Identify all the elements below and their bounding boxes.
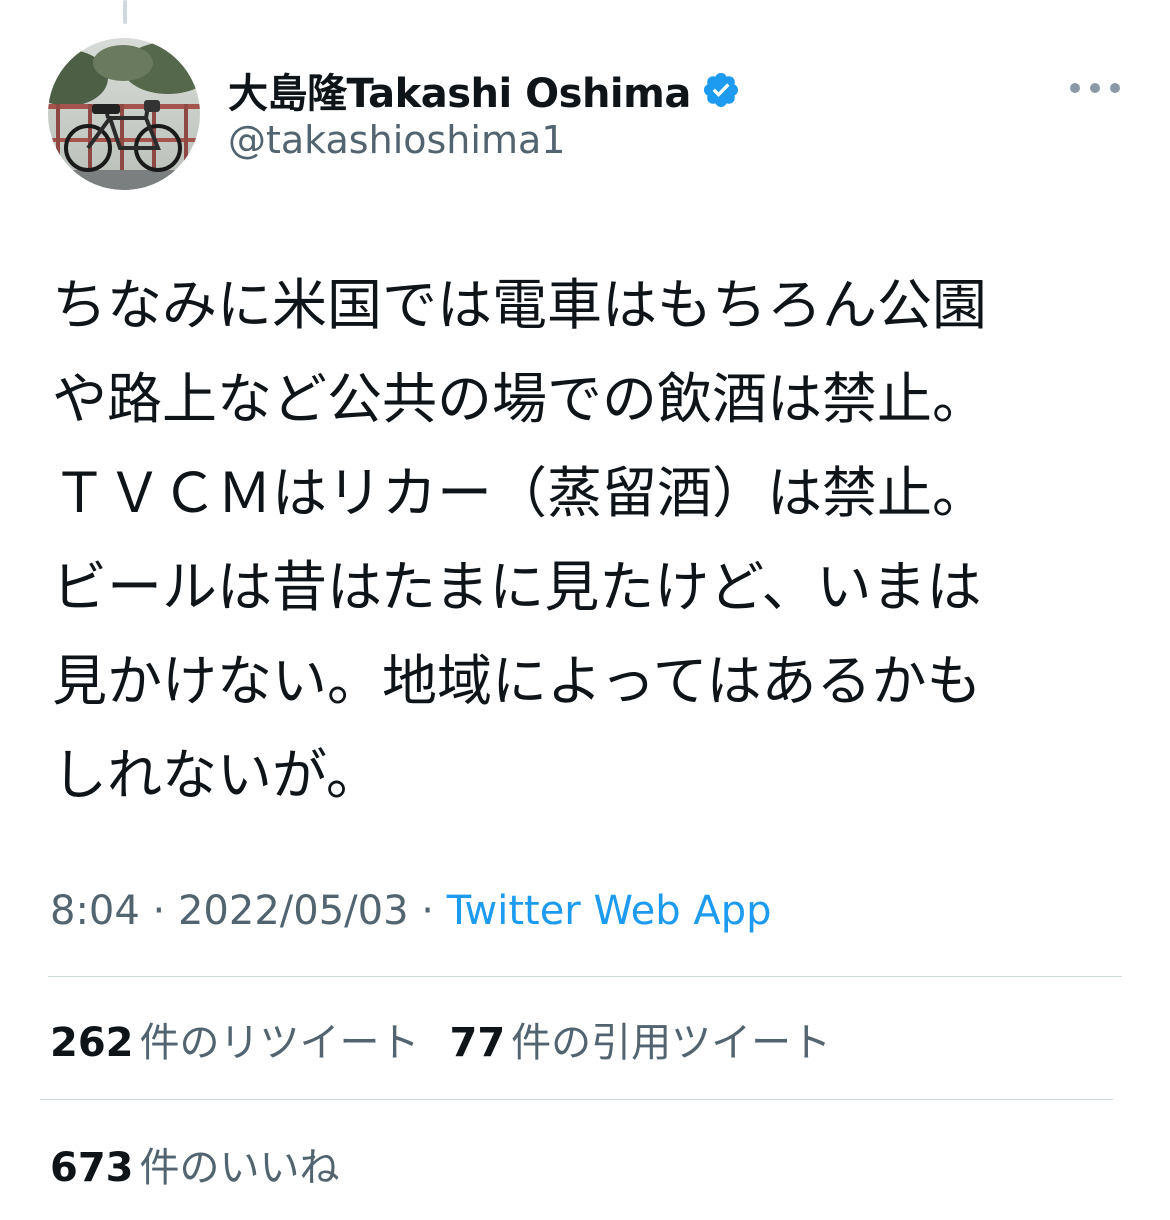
more-dot [1090,83,1100,93]
tweet-date[interactable]: 2022/05/03 [178,888,409,934]
more-dot [1110,83,1120,93]
thread-connector-line [123,0,127,24]
meta-separator: · [152,888,166,934]
likes-stat[interactable]: 673 件のいいね [50,1135,340,1193]
retweets-stat[interactable]: 262 件のリツイート [50,1010,420,1068]
avatar[interactable] [48,38,200,190]
tweet-source-link[interactable]: Twitter Web App [447,888,772,934]
tweet-time[interactable]: 8:04 [50,888,140,934]
divider [40,1099,1113,1100]
divider [48,976,1122,977]
tweet-text: ちなみに米国では電車はもちろん公園 や路上など公共の場での飲酒は禁止。 ＴＶＣＭ… [52,273,988,807]
verified-badge-icon [703,72,738,108]
quote-count: 77 [449,1020,506,1066]
quotes-stat[interactable]: 77 件の引用ツイート [450,1010,832,1068]
quote-label: 件の引用ツイート [511,1020,832,1066]
meta-separator: · [421,888,434,934]
like-label: 件のいいね [139,1145,340,1191]
engagement-stats-row: 262 件のリツイート 77 件の引用ツイート [50,1010,831,1068]
retweet-count: 262 [50,1020,134,1066]
retweet-label: 件のリツイート [139,1020,420,1066]
author-display-name[interactable]: 大島隆Takashi Oshima [228,61,691,119]
bicycle-photo-avatar-icon [48,38,200,190]
like-count: 673 [50,1145,134,1191]
author-name-row[interactable]: 大島隆Takashi Oshima [228,62,741,118]
more-options-icon[interactable] [1070,68,1120,108]
author-handle[interactable]: @takashioshima1 [228,118,565,162]
tweet-metadata: 8:04 · 2022/05/03 · Twitter Web App [50,888,772,934]
more-dot [1070,83,1080,93]
